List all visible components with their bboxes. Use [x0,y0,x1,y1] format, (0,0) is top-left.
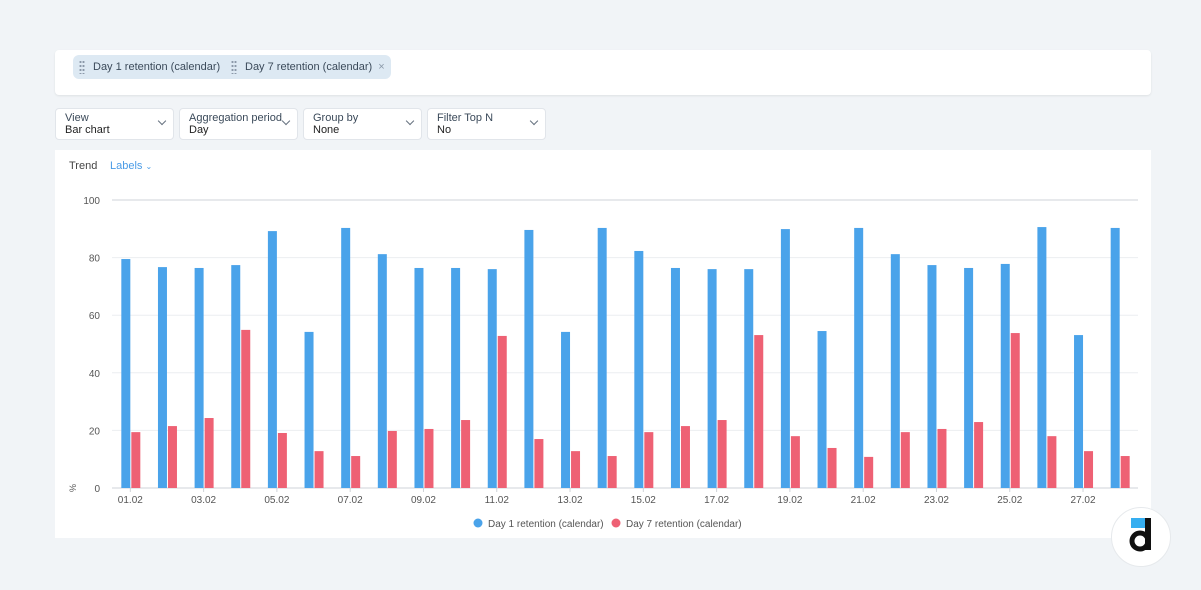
bar-day1 [1110,227,1120,488]
bar-day1 [817,331,827,488]
bar-day7 [717,420,727,488]
bar-day7 [314,451,324,488]
bar-day7 [424,428,434,488]
bar-day7 [900,432,910,488]
y-tick-label: 80 [89,254,101,265]
x-tick-label: 23.02 [924,495,949,506]
bar-day7 [607,456,617,488]
x-tick-label: 09.02 [411,495,436,506]
bar-day7 [864,456,874,488]
y-tick-label: 60 [89,311,101,322]
legend-marker [473,518,483,528]
legend-label: Day 1 retention (calendar) [488,519,604,530]
x-tick-label: 07.02 [338,495,363,506]
bar-day7 [680,426,690,488]
bar-day7 [937,428,947,488]
devtodev-logo [1111,507,1171,567]
y-tick-label: 20 [89,426,101,437]
bar-day7 [644,432,654,488]
bar-day1 [487,269,497,488]
bar-day7 [204,418,214,488]
x-tick-label: 27.02 [1071,495,1096,506]
x-tick-label: 11.02 [485,495,510,506]
x-tick-label: 13.02 [558,495,583,506]
bar-chart: 0 20 40 60 80 100% 01.02 03.02 05.02 07.02 09.02 11… [68,196,1138,530]
bar-day7 [1084,451,1094,488]
bar-day1 [341,227,351,488]
bar-day7 [974,422,984,488]
bar-day7 [827,447,837,488]
x-tick-label: 15.02 [631,495,656,506]
x-tick-label: 17.02 [704,495,729,506]
bar-day1 [780,229,790,488]
bar-day1 [157,267,167,488]
bar-day1 [414,267,424,488]
bar-day7 [571,451,581,488]
bar-day7 [277,432,287,488]
bar-day1 [1074,335,1084,488]
legend-marker [611,518,621,528]
bar-day7 [754,335,764,488]
bar-day1 [377,254,387,488]
bar-day1 [194,267,204,488]
bar-day1 [890,254,900,488]
bar-day7 [790,436,800,488]
legend-label: Day 7 retention (calendar) [626,519,742,530]
bar-day1 [451,267,461,488]
bar-day1 [524,229,534,488]
bar-day7 [167,426,177,488]
bar-day1 [927,265,937,488]
bar-day7 [351,456,361,488]
y-tick-label: 40 [89,369,101,380]
bar-day1 [561,331,571,488]
bar-day1 [707,269,717,488]
x-tick-label: 25.02 [997,495,1022,506]
bar-day1 [267,231,277,488]
x-tick-label: 21.02 [851,495,876,506]
bar-day1 [634,250,644,488]
x-tick-label: 03.02 [191,495,216,506]
bar-day7 [241,329,251,488]
bar-day1 [670,267,680,488]
y-tick-label: 0 [94,484,100,495]
bar-day7 [387,430,397,488]
bar-day1 [121,259,131,488]
bar-day1 [1000,263,1010,488]
x-tick-label: 19.02 [777,495,802,506]
bar-day7 [497,335,507,488]
x-tick-label: 05.02 [264,495,289,506]
bar-day7 [1010,333,1020,488]
bar-day1 [1037,227,1047,488]
bar-day1 [854,227,864,488]
bar-day7 [131,432,141,488]
bar-day7 [461,420,471,488]
bar-day1 [964,267,974,488]
bar-day1 [231,265,241,488]
y-tick-label: 100 [83,196,100,207]
bar-day7 [1120,456,1130,488]
bar-day1 [597,227,607,488]
bar-day7 [534,439,544,488]
bar-day7 [1047,436,1057,488]
x-tick-label: 01.02 [118,495,143,506]
y-axis-label: % [68,484,78,492]
bar-day1 [304,331,314,488]
bar-day1 [744,269,754,488]
